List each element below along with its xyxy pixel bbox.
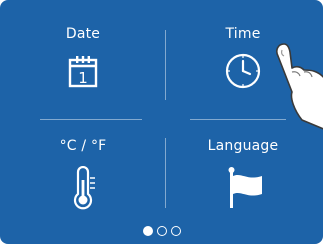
vertical-divider-top (165, 30, 166, 100)
tile-language-label: Language (207, 138, 279, 154)
thermometer-icon (72, 165, 96, 214)
tile-date-label: Date (65, 26, 101, 42)
page-dot-3[interactable] (170, 226, 181, 236)
tile-temperature-unit[interactable]: °C / °F (18, 128, 148, 220)
flag-icon (228, 166, 264, 214)
page-dot-1[interactable] (142, 226, 153, 236)
calendar-icon: 1 (68, 54, 98, 92)
calendar-day-number: 1 (78, 69, 88, 87)
tile-temperature-unit-label: °C / °F (59, 138, 107, 154)
tile-time[interactable]: Time (170, 14, 316, 114)
page-indicator (0, 226, 323, 236)
clock-icon (224, 52, 262, 94)
tile-language[interactable]: Language (170, 128, 316, 220)
tile-date[interactable]: Date 1 (18, 14, 148, 114)
tile-time-label: Time (225, 26, 261, 42)
horizontal-divider-left (40, 119, 142, 120)
vertical-divider-bottom (165, 138, 166, 208)
horizontal-divider-right (190, 119, 286, 120)
page-dot-2[interactable] (156, 226, 167, 236)
settings-screen: Date 1 Time °C / °F Language (0, 0, 323, 244)
